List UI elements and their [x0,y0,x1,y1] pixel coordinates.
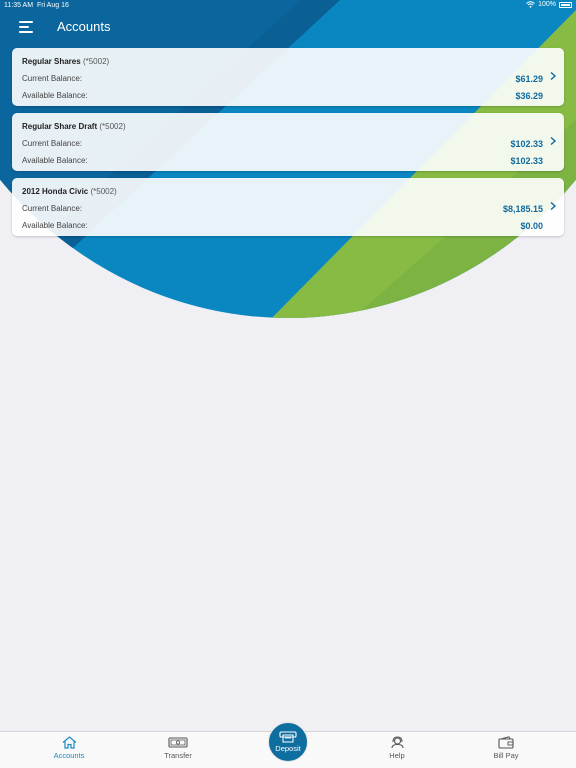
current-balance-value: $61.29 [515,74,543,84]
battery-percent: 100% [538,1,556,8]
atm-icon [279,731,297,743]
tab-deposit-label: Deposit [275,744,301,753]
available-balance-label: Available Balance: [22,221,88,230]
hamburger-icon[interactable] [19,21,33,33]
available-balance-value: $102.33 [510,156,543,166]
current-balance-label: Current Balance: [22,74,83,83]
home-icon [62,736,76,749]
account-title: Regular Share Draft (*5002) [22,122,126,131]
available-balance-label: Available Balance: [22,91,88,100]
tab-help-label: Help [389,751,405,760]
deposit-button[interactable]: Deposit [268,722,308,762]
chevron-right-icon[interactable] [548,201,558,211]
page-title: Accounts [57,19,111,34]
wallet-icon [498,736,514,749]
tab-bill-pay-label: Bill Pay [493,751,519,760]
account-name: 2012 Honda Civic [22,187,89,196]
account-title: Regular Shares (*5002) [22,57,109,66]
account-card-regular-share-draft[interactable]: Regular Share Draft (*5002) Current Bala… [12,113,564,171]
battery-icon [559,1,572,8]
tab-bill-pay[interactable]: Bill Pay [466,736,546,766]
account-title: 2012 Honda Civic (*5002) [22,187,117,196]
tab-help[interactable]: Help [357,736,437,766]
status-right: 100% [526,1,572,8]
status-date-text: Fri Aug 16 [36,2,69,9]
wifi-icon [526,1,535,8]
account-name: Regular Share Draft [22,122,98,131]
account-number: (*5002) [82,57,110,66]
current-balance-label: Current Balance: [22,139,83,148]
account-number: (*5002) [90,187,117,196]
account-number: (*5002) [99,122,126,131]
account-list: Regular Shares (*5002) Current Balance: … [12,48,564,243]
status-time-text: 11:35 AM [4,2,34,9]
current-balance-value: $102.33 [510,139,543,149]
tab-accounts[interactable]: Accounts [29,736,109,766]
tab-transfer[interactable]: Transfer [138,736,218,766]
chevron-right-icon[interactable] [548,136,558,146]
status-time: 11:35 AM Fri Aug 16 [4,2,69,9]
account-card-honda-civic[interactable]: 2012 Honda Civic (*5002) Current Balance… [12,178,564,236]
tab-transfer-label: Transfer [164,751,192,760]
current-balance-label: Current Balance: [22,204,83,213]
available-balance-value: $0.00 [520,221,543,231]
tab-accounts-label: Accounts [53,751,85,760]
available-balance-value: $36.29 [515,91,543,101]
chevron-right-icon[interactable] [548,71,558,81]
current-balance-value: $8,185.15 [502,204,543,214]
available-balance-label: Available Balance: [22,156,88,165]
nav-bar: Accounts [0,12,576,42]
account-name: Regular Shares [22,57,81,66]
account-card-regular-shares[interactable]: Regular Shares (*5002) Current Balance: … [12,48,564,106]
cash-icon [168,737,188,748]
tab-bar: Accounts Transfer Deposit Help Bill Pay [0,722,576,768]
headset-icon [390,736,404,749]
status-bar: 11:35 AM Fri Aug 16 100% [0,0,576,12]
